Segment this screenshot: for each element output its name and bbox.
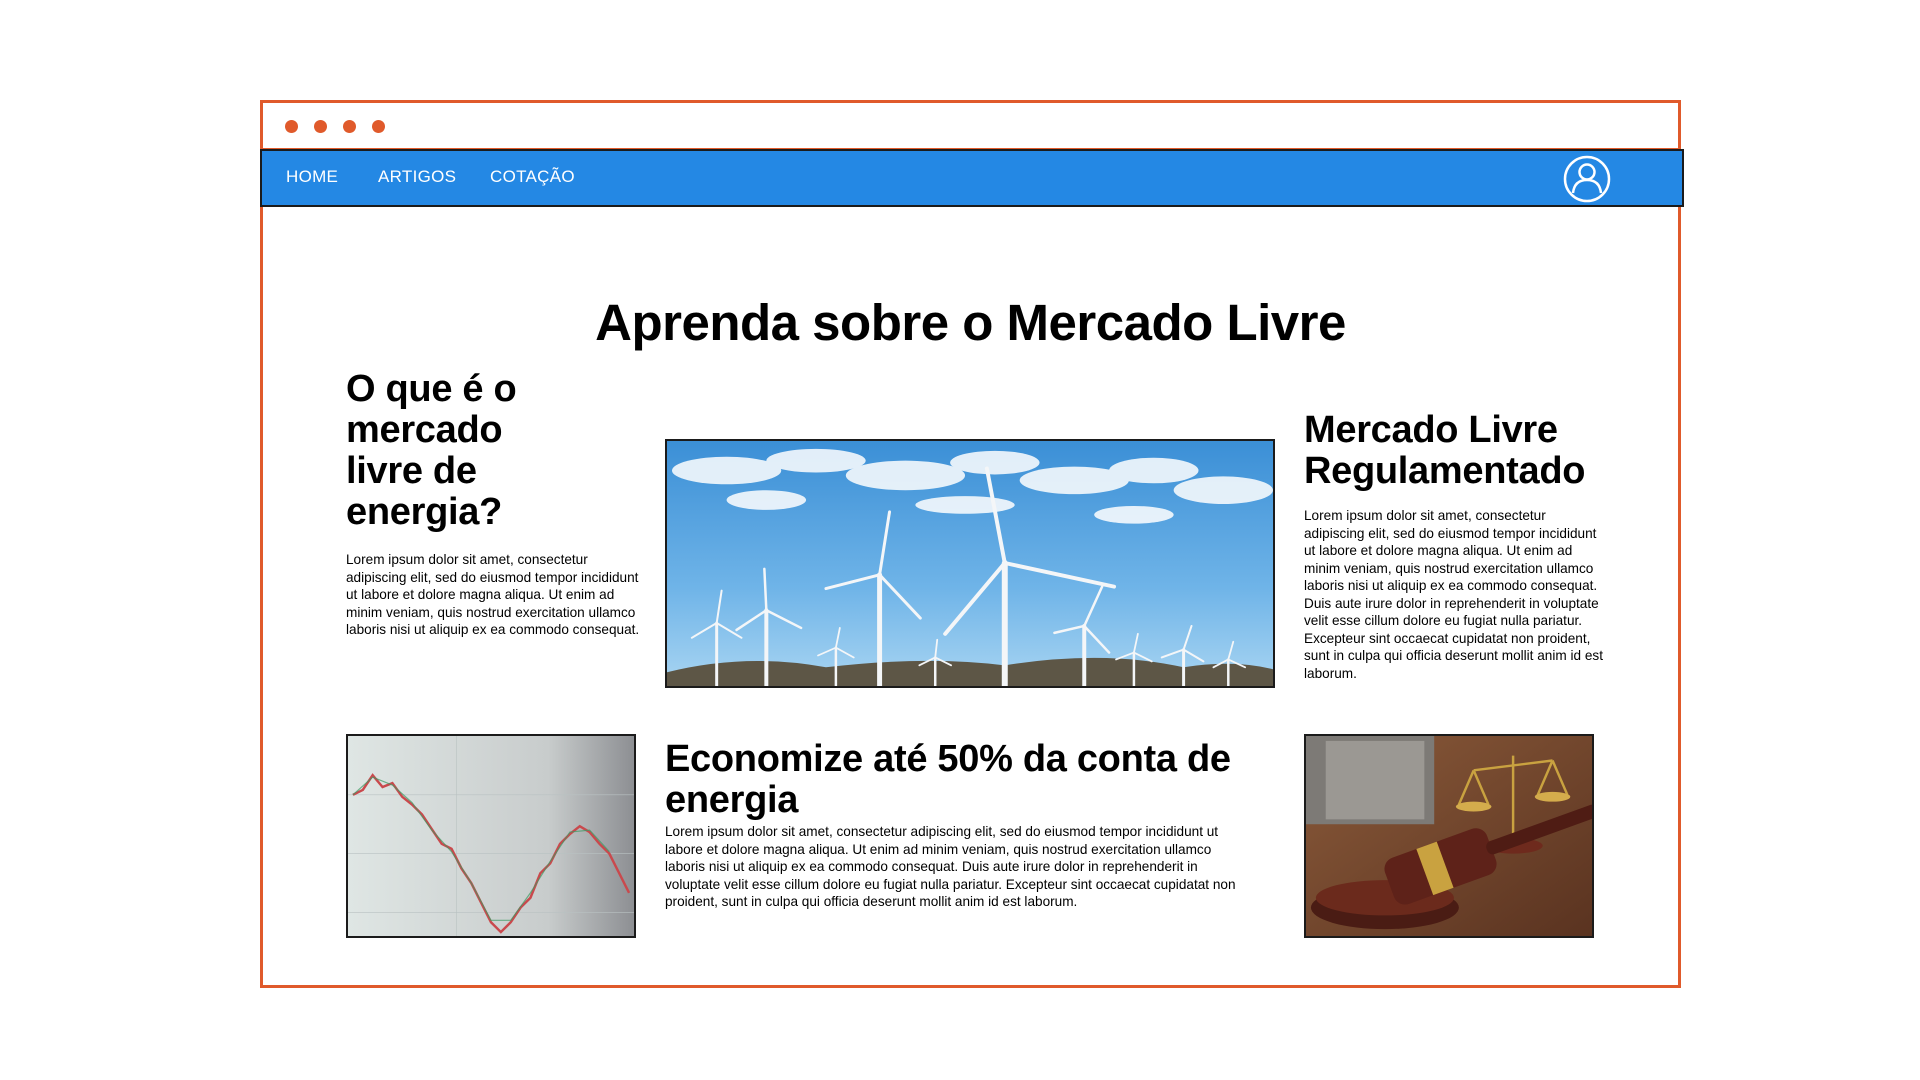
regulated-heading: Mercado Livre Regulamentado bbox=[1304, 409, 1586, 492]
window-dot[interactable] bbox=[314, 120, 327, 133]
top-navbar: HOME ARTIGOS COTAÇÃO bbox=[260, 149, 1684, 207]
stock-chart-image bbox=[346, 734, 636, 938]
what-is-text: Lorem ipsum dolor sit amet, consectetur … bbox=[346, 552, 640, 637]
browser-window: HOME ARTIGOS COTAÇÃO Aprenda sobre o Mer… bbox=[260, 100, 1684, 988]
gavel-scales-image bbox=[1304, 734, 1594, 938]
nav-artigos[interactable]: ARTIGOS bbox=[378, 167, 456, 187]
savings-text: Lorem ipsum dolor sit amet, consectetur … bbox=[665, 824, 1236, 909]
browser-titlebar bbox=[263, 103, 1678, 151]
nav-home[interactable]: HOME bbox=[286, 167, 338, 187]
page-title: Aprenda sobre o Mercado Livre bbox=[595, 294, 1346, 351]
nav-cotacao[interactable]: COTAÇÃO bbox=[490, 167, 575, 187]
wind-turbines-image bbox=[665, 439, 1275, 688]
what-is-heading: O que é o mercado livre de energia? bbox=[346, 368, 517, 533]
window-dot[interactable] bbox=[285, 120, 298, 133]
savings-heading: Economize até 50% da conta de energia bbox=[665, 738, 1231, 821]
regulated-text: Lorem ipsum dolor sit amet, consectetur … bbox=[1304, 508, 1603, 681]
window-dot[interactable] bbox=[343, 120, 356, 133]
window-dot[interactable] bbox=[372, 120, 385, 133]
user-circle-icon[interactable] bbox=[1563, 155, 1611, 203]
